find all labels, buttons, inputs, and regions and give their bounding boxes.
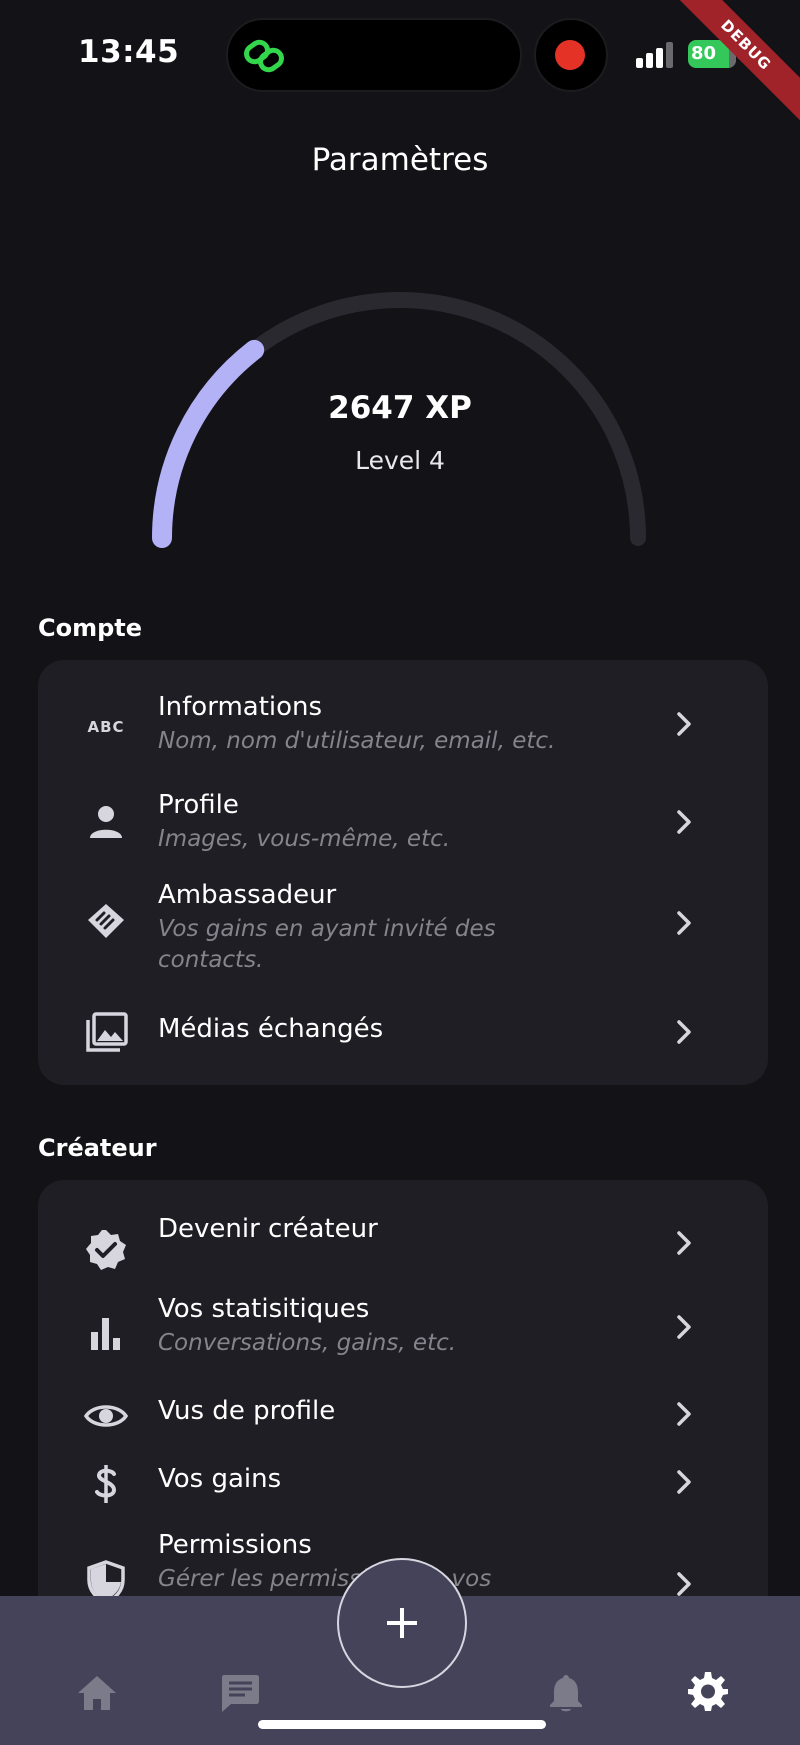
- menu-item-subtitle: Nom, nom d'utilisateur, email, etc.: [158, 728, 556, 754]
- home-indicator: [258, 1720, 546, 1729]
- settings-icon[interactable]: [687, 1670, 729, 1712]
- chevron-right-icon: [677, 1572, 691, 1596]
- menu-item-title: Permissions: [158, 1530, 312, 1560]
- record-dot-icon: [555, 40, 585, 70]
- menu-item-subtitle: Vos gains en ayant invité des contacts.: [158, 916, 496, 973]
- photo-library-icon: [84, 1010, 128, 1054]
- menu-item-title: Vos statisitiques: [158, 1294, 370, 1324]
- menu-item-media[interactable]: Médias échangés: [38, 988, 768, 1078]
- add-button[interactable]: [337, 1558, 467, 1688]
- menu-item-subtitle: Conversations, gains, etc.: [158, 1330, 457, 1356]
- dollar-icon: [84, 1462, 128, 1506]
- status-time: 13:45: [78, 34, 180, 70]
- menu-item-profile-views[interactable]: Vus de profile: [38, 1372, 768, 1440]
- menu-item-title: Vus de profile: [158, 1396, 336, 1426]
- chevron-right-icon: [677, 1402, 691, 1426]
- menu-item-subtitle: Images, vous-même, etc.: [158, 826, 451, 852]
- menu-item-statistics[interactable]: Vos statisitiques Conversations, gains, …: [38, 1278, 768, 1372]
- menu-item-title: Devenir créateur: [158, 1214, 378, 1244]
- abc-icon: ABC: [84, 702, 128, 746]
- section-title-creator: Créateur: [38, 1134, 157, 1162]
- chevron-right-icon: [677, 1020, 691, 1044]
- chevron-right-icon: [677, 810, 691, 834]
- menu-item-title: Informations: [158, 692, 323, 722]
- handshake-icon: [84, 898, 128, 942]
- menu-item-title: Ambassadeur: [158, 880, 337, 910]
- link-app-icon: [244, 39, 284, 73]
- chevron-right-icon: [677, 1315, 691, 1339]
- verified-badge-icon: [84, 1228, 128, 1272]
- bar-chart-icon: [84, 1312, 128, 1356]
- chat-icon[interactable]: [219, 1672, 261, 1714]
- menu-item-ambassador[interactable]: Ambassadeur Vos gains en ayant invité de…: [38, 858, 768, 988]
- eye-icon: [84, 1394, 128, 1438]
- account-card: ABC Informations Nom, nom d'utilisateur,…: [38, 660, 768, 1085]
- chevron-right-icon: [677, 1231, 691, 1255]
- menu-item-title: Profile: [158, 790, 239, 820]
- battery-level: 80: [691, 43, 717, 64]
- menu-item-title: Vos gains: [158, 1464, 282, 1494]
- menu-item-informations[interactable]: ABC Informations Nom, nom d'utilisateur,…: [38, 660, 768, 760]
- menu-item-profile[interactable]: Profile Images, vous-même, etc.: [38, 760, 768, 858]
- level-label: Level 4: [355, 446, 445, 475]
- add-icon: [387, 1608, 417, 1638]
- menu-item-title: Médias échangés: [158, 1014, 384, 1044]
- home-icon[interactable]: [76, 1672, 118, 1714]
- page-title: Paramètres: [311, 142, 489, 178]
- bell-icon[interactable]: [545, 1672, 587, 1714]
- svg-text:ABC: ABC: [87, 718, 124, 736]
- signal-icon: [636, 42, 673, 68]
- chevron-right-icon: [677, 712, 691, 736]
- person-icon: [84, 800, 128, 844]
- creator-card: Devenir créateur Vos statisitiques Conve…: [38, 1180, 768, 1620]
- menu-item-become-creator[interactable]: Devenir créateur: [38, 1180, 768, 1270]
- xp-value: 2647 XP: [328, 390, 472, 426]
- chevron-right-icon: [677, 1470, 691, 1494]
- chevron-right-icon: [677, 911, 691, 935]
- section-title-account: Compte: [38, 614, 143, 642]
- menu-item-earnings[interactable]: Vos gains: [38, 1440, 768, 1508]
